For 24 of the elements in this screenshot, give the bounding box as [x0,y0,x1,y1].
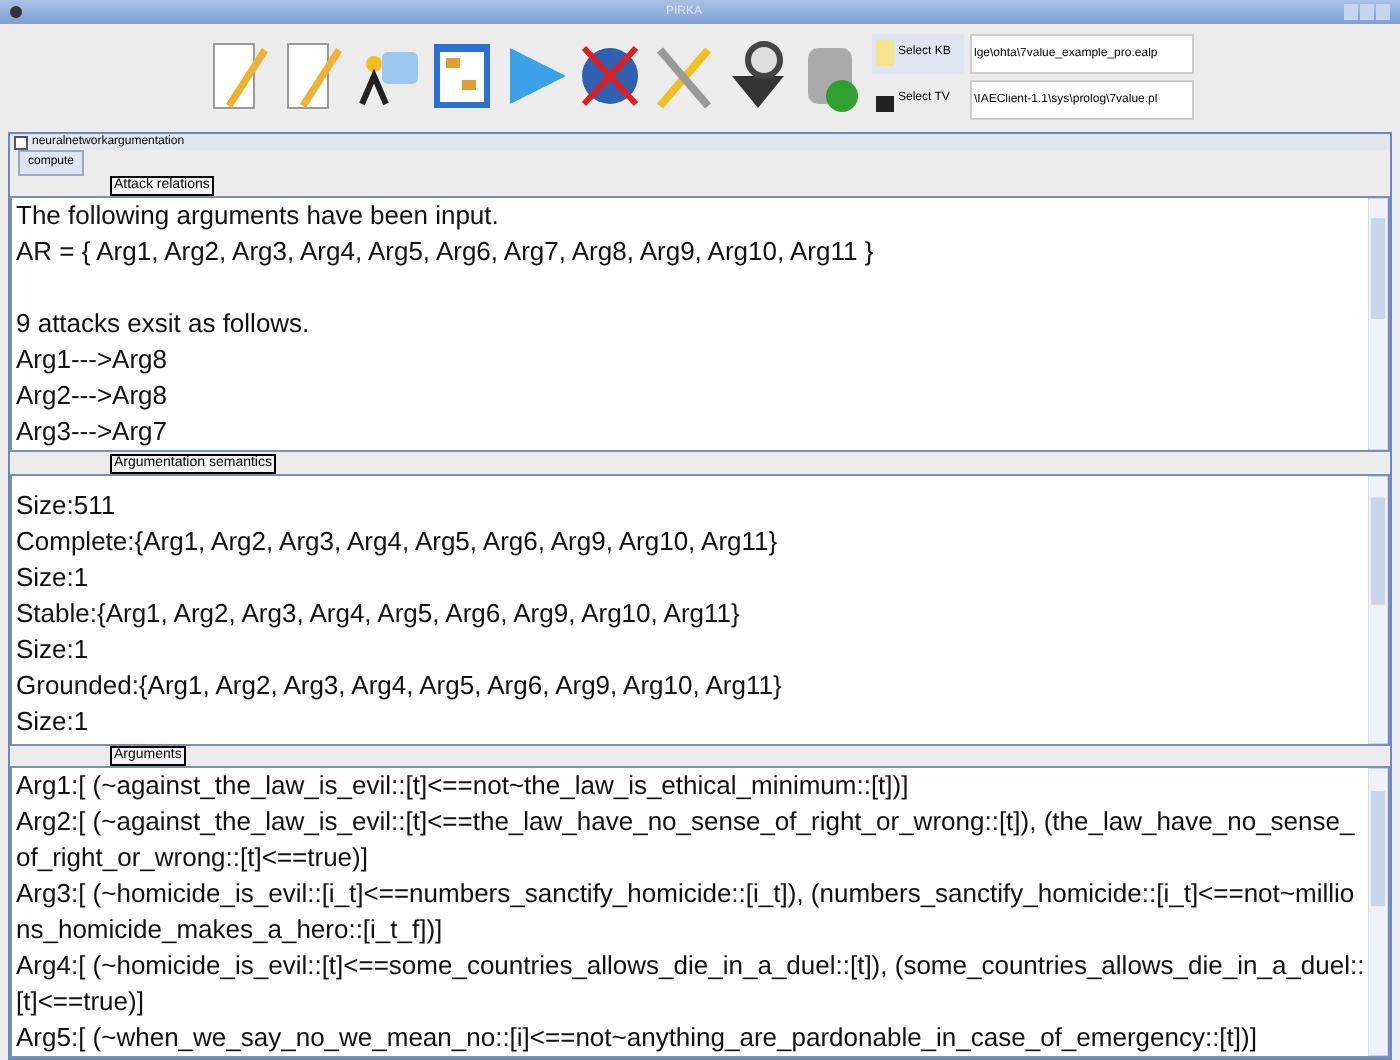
text-line: Stable:{Arg1, Arg2, Arg3, Arg4, Arg5, Arg6, Arg9, Arg10, Arg11} [16,595,742,632]
note-icon [876,40,894,66]
text-line: The following arguments have been input. [16,198,501,234]
text-line: Complete:{Arg1, Arg2, Arg3, Arg4, Arg5, Arg6, Arg9, Arg10, Arg11} [16,523,780,560]
text-line: Size:511 [16,487,118,524]
text-line: Arg1:[ (~against_the_law_is_evil::[t]<==not~the_law_is_ethical_minimum::[t])] [16,768,911,804]
text-line: Arg5:[ (~when_we_say_no_we_mean_no::[i]<==not~anything_are_pardonable_in_case_of_emergency::[t])] [16,1020,1259,1056]
text-line: Grounded:{Arg1, Arg2, Arg3, Arg4, Arg5, Arg6, Arg9, Arg10, Arg11} [16,667,784,704]
text-line: Arg3--->Arg7 [16,414,169,450]
scrollbar[interactable] [1368,475,1388,744]
scrollbar[interactable] [1368,198,1388,450]
text-line: Arg1--->Arg8 [16,342,169,378]
scrollbar[interactable] [1368,768,1388,1056]
text-line: Size:1 [16,559,91,596]
text-line: Size:1 [16,703,91,740]
text-line: Arg2:[ (~against_the_law_is_evil::[t]<==the_law_have_no_sense_of_right_or_wrong::[t]), (the_law_have_no_sense_of_right_or_wrong::[t]<==true)] [16,804,1357,876]
text-line: Size:1 [16,631,91,668]
window-controls-icon[interactable] [1344,4,1392,20]
text-line: Arg3:[ (~homicide_is_evil::[i_t]<==numbers_sanctify_homicide::[i_t]), (numbers_sanctify_homicide::[i_t]<==not~millions_homicide_makes_a_hero::[i_t_f])] [16,876,1357,948]
text-line: AR = { Arg1, Arg2, Arg3, Arg4, Arg5, Arg6, Arg7, Arg8, Arg9, Arg10, Arg11 } [16,234,876,270]
text-line: Arg2--->Arg8 [16,378,169,414]
text-line: Arg4:[ (~homicide_is_evil::[t]<==some_countries_allows_die_in_a_duel::[t]), (some_countries_allows_die_in_a_duel::[t]<==true)] [16,948,1367,1020]
text-line: 9 attacks exsit as follows. [16,306,312,342]
frame-icon [14,135,28,149]
